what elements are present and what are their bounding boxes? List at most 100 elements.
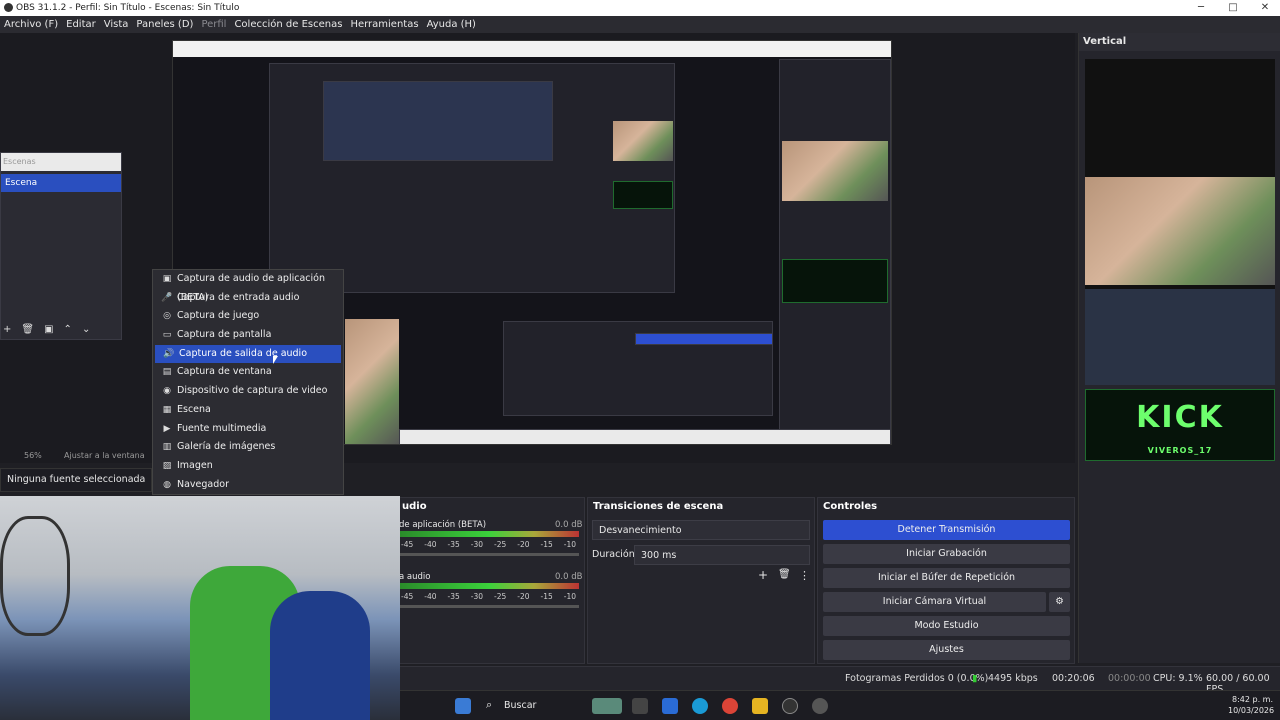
menu-item-game-capture[interactable]: ◎ Captura de juego bbox=[153, 307, 343, 326]
edge-icon[interactable] bbox=[692, 698, 708, 714]
controls-dock: Controles Detener Transmisión Iniciar Gr… bbox=[817, 497, 1075, 664]
minimize-button[interactable]: ─ bbox=[1186, 0, 1216, 16]
no-source-selected: Ninguna fuente seleccionada bbox=[0, 468, 152, 492]
nested-kick-logo bbox=[613, 181, 673, 209]
menu-perfil[interactable]: Perfil bbox=[201, 19, 226, 30]
audio-ticks-2: -45-40-35-30-25-20-15-10-50 bbox=[401, 592, 610, 601]
virtual-camera-button[interactable]: Iniciar Cámara Virtual bbox=[823, 592, 1046, 612]
scene-filters-icon[interactable]: ▣ bbox=[44, 324, 53, 335]
menu-herramientas[interactable]: Herramientas bbox=[350, 19, 418, 30]
menu-item-window-capture[interactable]: ▤ Captura de ventana bbox=[153, 363, 343, 382]
zoom-value[interactable]: 56% bbox=[24, 451, 42, 460]
bicycle-shape bbox=[0, 516, 70, 636]
remove-scene-icon[interactable]: 🗑 bbox=[21, 324, 34, 335]
settings-taskbar-icon[interactable] bbox=[812, 698, 828, 714]
transition-select[interactable]: Desvanecimiento bbox=[592, 520, 810, 540]
obs-taskbar-icon[interactable] bbox=[782, 698, 798, 714]
menu-item-label: Captura de ventana bbox=[177, 366, 272, 378]
nested-webcam bbox=[345, 319, 399, 444]
gallery-icon: ▥ bbox=[162, 442, 172, 453]
menu-archivo[interactable]: Archivo (F) bbox=[4, 19, 58, 30]
vertical-canvas-dock: Vertical KICK VIVEROS_17 bbox=[1078, 33, 1280, 687]
windows-start-icon[interactable] bbox=[455, 698, 471, 714]
menu-item-label: Fuente multimedia bbox=[177, 422, 267, 434]
menu-coleccion-escenas[interactable]: Colección de Escenas bbox=[234, 19, 342, 30]
play-icon: ▶ bbox=[163, 423, 171, 434]
menu-item-image-slideshow[interactable]: ▥ Galería de imágenes bbox=[153, 438, 343, 457]
rec-time: 00:00:00 bbox=[1108, 673, 1151, 684]
kick-subtitle: VIVEROS_17 bbox=[1147, 446, 1213, 455]
scene-icon: ▦ bbox=[162, 404, 172, 415]
move-down-icon[interactable]: ⌄ bbox=[82, 324, 90, 335]
volume-slider-1[interactable] bbox=[399, 553, 579, 556]
duration-input[interactable]: 300 ms bbox=[634, 545, 810, 565]
mouse-cursor-icon bbox=[273, 356, 278, 364]
search-icon[interactable]: ⌕ bbox=[486, 698, 492, 712]
zoom-bar: 56% Ajustar a la ventana bbox=[0, 451, 152, 464]
menu-item-label: Imagen bbox=[177, 459, 213, 471]
menu-item-video-capture[interactable]: ◉ Dispositivo de captura de video bbox=[153, 382, 343, 401]
duration-label: Duración bbox=[592, 549, 635, 560]
widget-icon[interactable] bbox=[592, 698, 622, 714]
bitrate: 4495 kbps bbox=[988, 673, 1038, 684]
audio-mixer-dock: udio de aplicación (BETA) 0.0 dB -45 -40-… bbox=[396, 497, 610, 664]
menu-item-media-source[interactable]: ▶ Fuente multimedia bbox=[153, 420, 343, 439]
menu-item-audio-input[interactable]: 🎤 Captura de entrada audio bbox=[153, 289, 343, 308]
scene-item-selected[interactable]: Escena bbox=[1, 174, 121, 192]
transition-more-icon[interactable]: ⋮ bbox=[799, 569, 810, 582]
audio-channel-1-label: de aplicación (BETA) bbox=[399, 520, 487, 530]
window-icon: ▤ bbox=[162, 367, 172, 378]
studio-mode-button[interactable]: Modo Estudio bbox=[823, 616, 1070, 636]
controls-title: Controles bbox=[823, 501, 878, 512]
clock-date: 10/03/2026 bbox=[1228, 706, 1275, 715]
add-scene-icon[interactable]: + bbox=[3, 324, 11, 335]
chrome-icon[interactable] bbox=[722, 698, 738, 714]
scenes-title: Escenas bbox=[1, 153, 121, 171]
menu-item-audio-output[interactable]: 🔊 Captura de salida de audio bbox=[155, 344, 341, 364]
image-icon: ▨ bbox=[162, 460, 172, 471]
menu-item-label: Captura de entrada audio bbox=[177, 291, 300, 303]
move-up-icon[interactable]: ⌃ bbox=[64, 324, 72, 335]
globe-icon: ◍ bbox=[163, 479, 171, 490]
app-audio-icon: ▣ bbox=[162, 274, 172, 284]
zoom-fit[interactable]: Ajustar a la ventana bbox=[64, 451, 145, 460]
audio-ticks-1: -45-40-35-30-25-20-15-10-50 bbox=[401, 540, 610, 549]
file-explorer-icon[interactable] bbox=[752, 698, 768, 714]
stop-streaming-button[interactable]: Detener Transmisión bbox=[823, 520, 1070, 540]
monitor-icon: ▭ bbox=[162, 330, 172, 341]
add-transition-icon[interactable]: + bbox=[758, 568, 768, 582]
menu-item-label: Captura de juego bbox=[177, 310, 260, 322]
store-icon[interactable] bbox=[662, 698, 678, 714]
maximize-button[interactable]: □ bbox=[1218, 0, 1248, 16]
menu-item-app-audio[interactable]: ▣ Captura de audio de aplicación (BETA) bbox=[153, 270, 343, 303]
stream-time: 00:20:06 bbox=[1052, 673, 1095, 684]
menu-vista[interactable]: Vista bbox=[104, 19, 129, 30]
taskbar-search[interactable]: Buscar bbox=[504, 700, 536, 711]
menu-item-display-capture[interactable]: ▭ Captura de pantalla bbox=[153, 326, 343, 345]
menu-item-browser[interactable]: ◍ Navegador bbox=[153, 476, 343, 495]
window-title: OBS 31.1.2 - Perfil: Sin Título - Escena… bbox=[16, 3, 240, 13]
menu-ayuda[interactable]: Ayuda (H) bbox=[427, 19, 476, 30]
replay-buffer-button[interactable]: Iniciar el Búfer de Repetición bbox=[823, 568, 1070, 588]
nested-stop-button bbox=[635, 333, 773, 345]
nested-obs-titlebar bbox=[173, 41, 891, 57]
nested-camera bbox=[613, 121, 673, 161]
vertical-nested-screens bbox=[1085, 289, 1275, 385]
menu-item-image[interactable]: ▨ Imagen bbox=[153, 457, 343, 476]
nested-taskbar bbox=[399, 429, 891, 444]
remove-transition-icon[interactable]: 🗑 bbox=[778, 569, 791, 580]
close-button[interactable]: ✕ bbox=[1250, 0, 1280, 16]
menu-paneles[interactable]: Paneles (D) bbox=[136, 19, 193, 30]
virtual-camera-settings-icon[interactable]: ⚙ bbox=[1049, 592, 1070, 612]
audio-channel-2-db: 0.0 dB bbox=[555, 572, 583, 582]
menu-editar[interactable]: Editar bbox=[66, 19, 96, 30]
settings-button[interactable]: Ajustes bbox=[823, 640, 1070, 660]
volume-slider-2[interactable] bbox=[399, 605, 579, 608]
menu-item-scene[interactable]: ▦ Escena bbox=[153, 401, 343, 420]
person-right bbox=[270, 591, 370, 720]
webcam-overlay bbox=[0, 496, 400, 720]
menu-item-label: Galería de imágenes bbox=[177, 441, 276, 453]
speaker-icon: 🔊 bbox=[163, 348, 175, 359]
task-view-icon[interactable] bbox=[632, 698, 648, 714]
start-recording-button[interactable]: Iniciar Grabación bbox=[823, 544, 1070, 564]
